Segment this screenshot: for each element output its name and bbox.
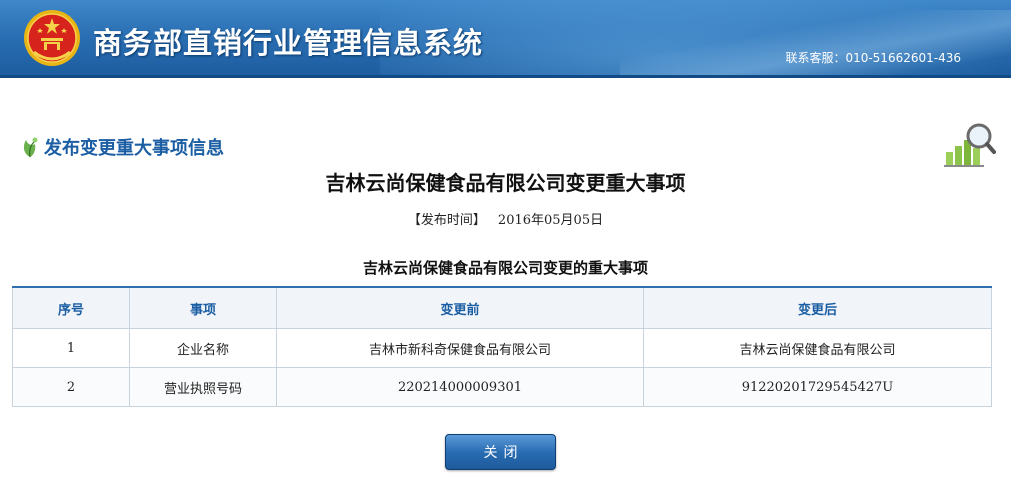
close-button[interactable]: 关闭 bbox=[445, 434, 556, 470]
column-header-before: 变更前 bbox=[276, 286, 644, 329]
publish-time: 【发布时间】 2016年05月05日 bbox=[0, 209, 1011, 228]
cell-index: 1 bbox=[12, 328, 130, 368]
publish-time-label: 【发布时间】 bbox=[407, 213, 486, 228]
cell-item: 企业名称 bbox=[129, 328, 277, 368]
changes-table: 序号 事项 变更前 变更后 1 企业名称 吉林市新科奇保健食品有限公司 吉林云尚… bbox=[12, 286, 992, 407]
table-row: 1 企业名称 吉林市新科奇保健食品有限公司 吉林云尚保健食品有限公司 bbox=[12, 328, 992, 368]
hotline-text: 联系客服：010-51662601-436 bbox=[785, 51, 961, 65]
section-heading: 发布变更重大事项信息 bbox=[21, 134, 224, 160]
column-header-after: 变更后 bbox=[643, 286, 992, 329]
banner-streak bbox=[620, 10, 1011, 78]
cell-before: 220214000009301 bbox=[276, 367, 644, 407]
table-row: 2 营业执照号码 220214000009301 912202017295454… bbox=[12, 367, 992, 407]
publish-date: 2016年05月05日 bbox=[497, 213, 604, 228]
notice-title: 吉林云尚保健食品有限公司变更重大事项 bbox=[325, 171, 686, 195]
column-header-item: 事项 bbox=[129, 286, 277, 329]
cell-item: 营业执照号码 bbox=[129, 367, 277, 407]
table-header-row: 序号 事项 变更前 变更后 bbox=[12, 286, 992, 329]
cell-index: 2 bbox=[12, 367, 130, 407]
cell-after: 吉林云尚保健食品有限公司 bbox=[643, 328, 992, 368]
table-title: 吉林云尚保健食品有限公司变更的重大事项 bbox=[362, 259, 648, 277]
header-banner: 商务部直销行业管理信息系统 联系客服：010-51662601-436 bbox=[0, 0, 1011, 78]
cell-before: 吉林市新科奇保健食品有限公司 bbox=[276, 328, 644, 368]
leaf-icon bbox=[23, 137, 38, 158]
cell-after: 91220201729545427U bbox=[643, 367, 992, 407]
system-title: 商务部直销行业管理信息系统 bbox=[93, 26, 484, 60]
national-emblem-icon bbox=[24, 10, 80, 66]
banner-bottom-line bbox=[0, 75, 1011, 78]
chart-magnifier-icon bbox=[944, 123, 996, 167]
column-header-index: 序号 bbox=[12, 286, 130, 329]
section-title: 发布变更重大事项信息 bbox=[44, 138, 224, 159]
